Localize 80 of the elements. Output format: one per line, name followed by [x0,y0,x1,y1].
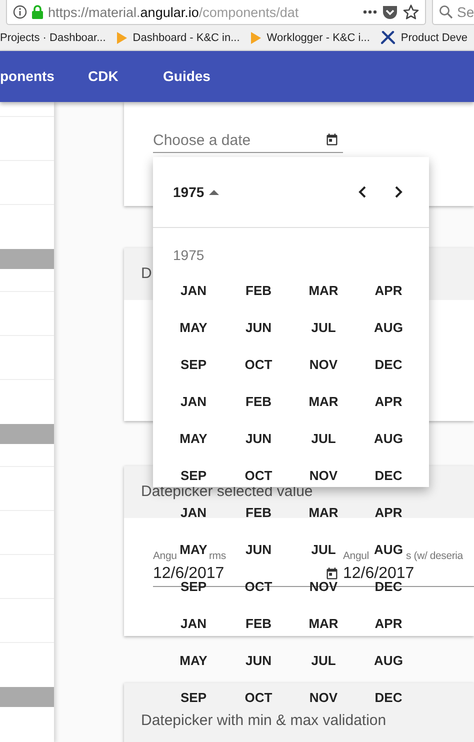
month-cell[interactable]: FEB [246,619,272,629]
chevron-left-icon[interactable] [358,186,366,198]
month-cell[interactable]: JUN [245,322,272,332]
sidebar-header [0,687,54,707]
month-cell[interactable]: JAN [180,396,206,407]
month-cell[interactable]: SEP [180,470,206,481]
lock-icon [32,5,43,19]
field-label: s (w/ deseria [406,550,463,562]
month-cell[interactable]: JUL [311,322,336,332]
month-cell[interactable]: MAR [308,508,338,518]
month-cell[interactable]: MAY [180,322,208,332]
month-cell[interactable]: JUL [311,434,336,444]
star-icon[interactable] [403,4,419,20]
month-cell[interactable]: FEB [246,508,272,518]
month-cell[interactable]: JUN [245,434,272,444]
chevron-right-icon[interactable] [394,186,402,198]
date-input-field[interactable]: Choose a date [153,130,343,153]
field-placeholder: Choose a date [153,132,252,148]
month-cell[interactable]: DEC [374,360,402,370]
bookmark-link[interactable]: Projects · Dashboar... [0,32,106,44]
month-cell[interactable]: MAY [180,434,208,444]
month-cell[interactable]: DEC [374,693,402,703]
play-icon [116,32,127,44]
nav-link[interactable]: CDK [88,68,118,84]
month-cell[interactable]: DEC [374,470,402,481]
info-icon[interactable] [13,5,27,19]
sidebar-header [0,249,54,269]
month-cell[interactable]: SEP [180,360,206,370]
play-icon [250,32,261,44]
month-cell[interactable]: AUG [374,322,403,332]
caret-icon [209,190,220,194]
card-title: D [141,268,152,280]
url-text: https://material.angular.io/components/dat [48,4,299,20]
month-cell[interactable]: FEB [246,286,272,296]
bookmark-link[interactable]: Dashboard - K&C in... [132,32,240,44]
month-cell[interactable]: MAR [308,396,338,407]
sidebar-header [0,424,54,444]
month-cell[interactable]: OCT [244,693,272,703]
search-icon [439,5,453,19]
month-cell[interactable]: NOV [309,693,338,703]
month-cell[interactable]: JAN [180,286,206,296]
field-label: Angu [153,550,177,562]
month-cell[interactable]: SEP [180,693,206,703]
field-value: 12/6/2017 [153,565,226,582]
tools-icon [380,31,395,45]
shield-icon[interactable] [382,4,398,20]
search-field[interactable]: Se [432,0,474,25]
more-icon[interactable] [363,10,377,14]
month-cell[interactable]: MAR [308,286,338,296]
month-cell[interactable]: OCT [244,470,272,481]
month-cell[interactable]: NOV [309,360,338,370]
month-cell[interactable]: FEB [246,396,272,407]
address-bar[interactable]: https://material.angular.io/components/dat [6,0,426,25]
month-cell[interactable]: APR [374,619,402,629]
card-title: Datepicker selected value [141,486,313,498]
month-cell[interactable]: OCT [244,360,272,370]
nav-link[interactable]: ponents [0,68,54,84]
month-cell[interactable]: APR [374,286,402,296]
month-cell[interactable]: MAY [180,656,208,666]
month-cell[interactable]: APR [374,396,402,407]
month-cell[interactable]: JAN [180,508,206,518]
calendar-icon[interactable] [325,133,339,147]
month-cell[interactable]: MAR [308,619,338,629]
year-label: 1975 [173,247,204,263]
month-cell[interactable]: JUL [311,656,336,666]
field-label: Angul [343,550,369,562]
bookmark-link[interactable]: Product Deve [400,32,468,44]
field-value: 12/6/2017 [343,565,416,582]
calendar-icon[interactable] [325,567,339,581]
month-cell[interactable]: JAN [180,619,206,629]
month-cell[interactable]: JUN [245,656,272,666]
month-cell[interactable]: NOV [309,470,338,481]
month-cell[interactable]: AUG [374,656,403,666]
bookmark-link[interactable]: Worklogger - K&C i... [266,32,370,44]
month-cell[interactable]: AUG [374,434,403,444]
field-label: rms [209,550,226,562]
card-title: Datepicker with min & max validation [141,714,386,728]
month-cell[interactable]: APR [374,508,402,518]
year-period-button[interactable]: 1975 [173,184,220,200]
nav-link[interactable]: Guides [163,68,210,84]
